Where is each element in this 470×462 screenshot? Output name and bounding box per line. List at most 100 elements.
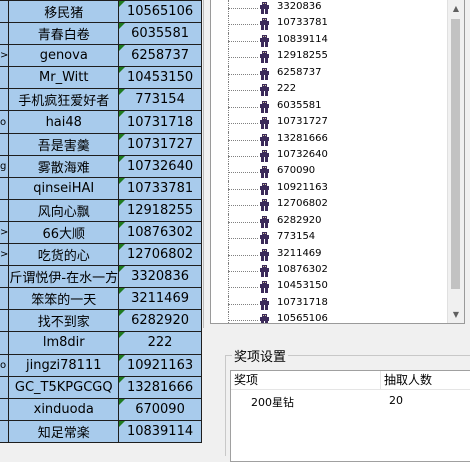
id-cell[interactable]: 10453150 [118,66,202,90]
id-cell[interactable]: 12918255 [118,198,202,222]
tree-item[interactable]: 10731718 [211,295,448,313]
nickname-cell[interactable]: 斤谓悦伊-在水一方 [8,265,120,289]
row-edge-cell[interactable] [0,176,10,200]
column-header-count[interactable]: 抽取人数 [381,371,470,390]
row-edge-cell[interactable] [0,22,10,46]
tree-item-label: 3320836 [277,1,322,12]
id-cell[interactable]: 10839114 [118,419,202,443]
nickname-cell[interactable]: qinseiHAI [8,176,120,200]
tree-item[interactable]: 6035581 [211,98,448,116]
table-row: o jingzi78111 10921163 [0,353,202,377]
row-edge-cell[interactable] [0,66,10,90]
row-edge-cell[interactable] [0,265,10,289]
nickname-cell[interactable]: 移民猪 [8,0,120,24]
nickname-cell[interactable]: lm8dir [8,331,120,355]
nickname-cell[interactable]: hai48 [8,110,120,134]
id-cell[interactable]: 222 [118,331,202,355]
tree-item[interactable]: 3320836 [211,0,448,17]
id-cell[interactable]: 13281666 [118,375,202,399]
tree-item[interactable]: 222 [211,82,448,99]
user-node-icon [260,34,269,47]
id-cell[interactable]: 10565106 [118,0,202,24]
nickname-cell[interactable]: Mr_Witt [8,66,120,90]
row-edge-cell[interactable] [0,309,10,333]
row-edge-cell[interactable]: > [0,220,10,245]
vertical-scrollbar[interactable]: ▲ ▼ [447,0,464,323]
row-edge-cell[interactable] [0,198,10,222]
nickname-cell[interactable]: xinduoda [8,397,120,421]
id-cell[interactable]: 12706802 [118,243,202,267]
scroll-up-icon[interactable]: ▲ [448,0,464,17]
tree-view[interactable]: 3320836 10733781 10839114 12918255 6258737 22… [210,0,465,324]
scroll-thumb[interactable] [451,19,460,289]
tree-item-label: 10839114 [277,33,328,45]
nickname-cell[interactable]: jingzi78111 [8,353,120,377]
tree-item[interactable]: 10839114 [211,32,448,50]
tree-item[interactable]: 10733781 [211,16,448,33]
nickname-cell[interactable]: 知足常楽 [8,419,120,443]
nickname-cell[interactable]: 手机疯狂爱好者 [8,88,120,112]
row-edge-cell[interactable] [0,331,10,355]
id-cell[interactable]: 10731718 [118,110,202,134]
tree-item[interactable]: 10453150 [211,279,448,296]
tree-item[interactable]: 10876302 [211,263,448,280]
row-edge-cell[interactable] [0,132,10,156]
nickname-cell[interactable]: 雾散海难 [8,154,120,178]
tree-item[interactable]: 12918255 [211,49,448,66]
tree-item[interactable]: 10731727 [211,115,448,132]
row-edge-cell[interactable] [0,88,10,112]
tree-item[interactable]: 13281666 [211,131,448,148]
tree-item[interactable]: 10921163 [211,180,448,198]
nickname-cell[interactable]: 66大顺 [8,220,120,245]
nickname-cell[interactable]: 吾是害羹 [8,132,120,156]
nickname-cell[interactable]: genova [8,44,120,68]
table-row: g 雾散海难 10732640 [0,154,202,178]
id-cell[interactable]: 3320836 [118,265,202,289]
row-edge-cell[interactable]: > [0,243,10,267]
nickname-cell[interactable]: 吃货的心 [8,243,120,267]
row-edge-cell[interactable] [0,397,10,421]
cell-text: 10732640 [126,158,194,174]
row-edge-cell[interactable] [0,419,10,443]
nickname-cell[interactable]: 青春白卷 [8,22,120,46]
nickname-cell[interactable]: GC_T5KPGCGQ [8,375,120,399]
id-cell[interactable]: 3211469 [118,287,202,311]
nickname-cell[interactable]: 笨笨的一天 [8,287,120,311]
id-cell[interactable]: 10876302 [118,220,202,245]
scroll-down-icon[interactable]: ▼ [448,306,464,323]
row-edge-cell[interactable] [0,287,10,311]
id-cell[interactable]: 6258737 [118,44,202,68]
prize-table[interactable]: 奖项 抽取人数 200星钻 20 [230,370,470,462]
row-edge-cell[interactable]: o [0,110,10,134]
id-cell[interactable]: 10731727 [118,132,202,156]
id-cell[interactable]: 670090 [118,397,202,421]
tree-item[interactable]: 12706802 [211,197,448,214]
id-cell[interactable]: 6282920 [118,309,202,333]
row-edge-cell[interactable]: o [0,353,10,377]
id-cell[interactable]: 773154 [118,88,202,112]
cell-text: 斤谓悦伊-在水一方 [9,271,119,287]
row-edge-cell[interactable] [0,0,10,24]
row-edge-cell[interactable]: g [0,154,10,178]
tree-item[interactable]: 6258737 [211,65,448,83]
tree-item[interactable]: 6282920 [211,213,448,231]
id-cell[interactable]: 10921163 [118,353,202,377]
tree-item[interactable]: 773154 [211,230,448,247]
id-cell[interactable]: 10732640 [118,154,202,178]
row-edge-cell[interactable]: > [0,44,10,68]
column-header-award[interactable]: 奖项 [231,371,381,390]
cell-text: qinseiHAI [33,180,95,196]
tree-item[interactable]: 10732640 [211,147,448,165]
spreadsheet: 移民猪 10565106 青春白卷 6035581 > genova 6258737 Mr_W… [0,0,202,443]
nickname-cell[interactable]: 找不到家 [8,309,120,333]
tree-item[interactable]: 670090 [211,164,448,181]
nickname-cell[interactable]: 风向心飘 [8,198,120,222]
tree-item[interactable]: 3211469 [211,246,448,263]
award-cell[interactable]: 200星钻 [251,394,294,410]
text-number-marker-icon [119,23,126,30]
id-cell[interactable]: 10733781 [118,176,202,200]
tree-item[interactable]: 10565106 [211,312,448,323]
row-edge-cell[interactable] [0,375,10,399]
count-cell[interactable]: 20 [389,394,403,407]
id-cell[interactable]: 6035581 [118,22,202,46]
